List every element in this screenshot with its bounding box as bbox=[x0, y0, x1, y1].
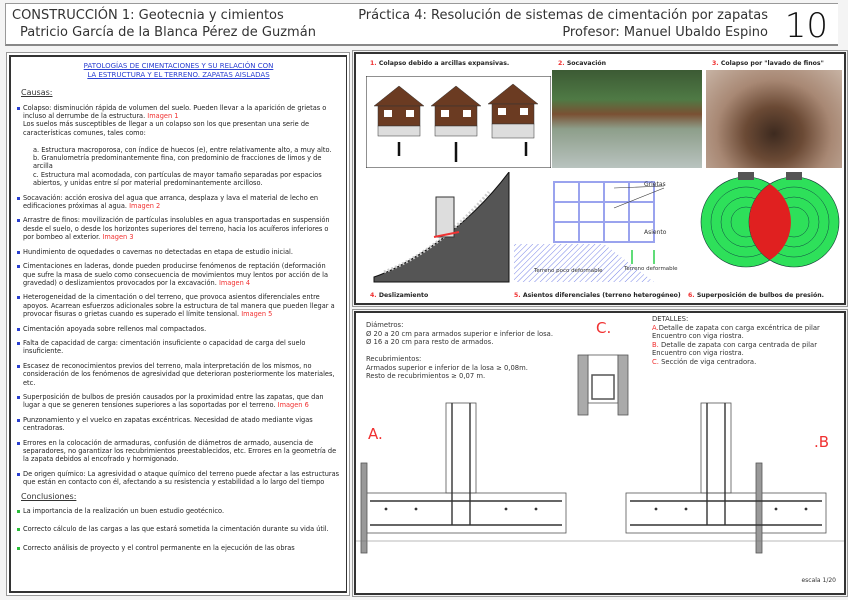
section-c-label: C. bbox=[596, 319, 612, 337]
image-ref: Imagen 3 bbox=[102, 233, 134, 242]
differential-settlement-figure: Grietas Asiento Terreno poco deformable … bbox=[514, 181, 678, 282]
fines-washout-photo bbox=[706, 70, 842, 168]
detail-a-label: A. bbox=[368, 425, 383, 443]
cause-item: Escasez de reconocimientos previos del t… bbox=[17, 362, 340, 387]
panel-title: PATOLOGÍAS DE CIMENTACIONES Y SU RELACIÓ… bbox=[17, 62, 340, 79]
cause-item: Cimentaciones en laderas, donde pueden p… bbox=[17, 262, 340, 287]
soft-soil-label: Terreno deformable bbox=[623, 266, 678, 272]
details-panel: Diámetros: Ø 20 a 20 cm para armados supe… bbox=[352, 309, 848, 597]
cause-text: Arrastre de finos: movilización de partí… bbox=[23, 216, 330, 242]
scale-label: escala 1/20 bbox=[801, 576, 836, 584]
pressure-bulbs-figure bbox=[700, 172, 840, 268]
cause-item: Cimentación apoyada sobre rellenos mal c… bbox=[17, 325, 340, 333]
sheet-number: 10 bbox=[784, 6, 828, 46]
sub-item: a. Estructura macroporosa, con índice de… bbox=[33, 145, 332, 154]
title-line: PATOLOGÍAS DE CIMENTACIONES Y SU RELACIÓ… bbox=[83, 62, 274, 70]
sub-item: c. Estructura mal acomodada, con partícu… bbox=[33, 170, 322, 188]
image-ref: Imagen 1 bbox=[147, 112, 179, 120]
conclusions-heading: Conclusiones: bbox=[21, 491, 77, 501]
figures-panel: 1. Colapso debido a arcillas expansivas.… bbox=[352, 50, 848, 307]
landslide-figure bbox=[373, 172, 510, 283]
course-title: CONSTRUCCIÓN 1: Geotecnia y cimientos bbox=[12, 8, 284, 23]
figure-caption: 6. Superposición de bulbos de presión. bbox=[688, 292, 824, 299]
sub-item: b. Granulometría predominantemente fina,… bbox=[33, 154, 322, 171]
settlement-label: Asiento bbox=[644, 229, 667, 236]
cause-item: Punzonamiento y el vuelco en zapatas exc… bbox=[17, 416, 340, 433]
footing-detail-drawing bbox=[356, 354, 844, 554]
cause-item: Errores en la colocación de armaduras, c… bbox=[17, 439, 340, 464]
scour-photo bbox=[552, 70, 702, 168]
figure-caption: 2. Socavación bbox=[558, 60, 607, 67]
author: Patricio García de la Blanca Pérez de Gu… bbox=[20, 25, 316, 40]
cause-item: Socavación: acción erosiva del agua que … bbox=[17, 194, 340, 211]
cause-text: Cimentaciones en laderas, donde pueden p… bbox=[23, 262, 328, 287]
firm-soil-label: Terreno poco deformable bbox=[533, 268, 603, 274]
header: CONSTRUCCIÓN 1: Geotecnia y cimientos Pa… bbox=[5, 3, 838, 46]
professor: Profesor: Manuel Ubaldo Espino bbox=[562, 25, 768, 40]
image-ref: Imagen 4 bbox=[218, 278, 251, 287]
figure-caption: 1. Colapso debido a arcillas expansivas. bbox=[370, 60, 510, 67]
cause-item: Hundimiento de oquedades o cavernas no d… bbox=[17, 248, 340, 256]
image-ref: Imagen 2 bbox=[129, 202, 161, 211]
cause-item: Arrastre de finos: movilización de partí… bbox=[17, 216, 340, 241]
cause-item: Falta de capacidad de carga: cimentación… bbox=[17, 339, 340, 356]
conclusion-item: Correcto cálculo de las cargas a las que… bbox=[17, 525, 340, 533]
text-panel: PATOLOGÍAS DE CIMENTACIONES Y SU RELACIÓ… bbox=[6, 52, 350, 596]
detail-b-label: .B bbox=[814, 433, 830, 451]
cause-item: Superposición de bulbos de presión causa… bbox=[17, 393, 340, 410]
cause-text: Los suelos más susceptibles de llegar a … bbox=[23, 120, 310, 137]
cause-text: Socavación: acción erosiva del agua que … bbox=[23, 193, 319, 211]
cause-item: Heterogeneidad de la cimentación o del t… bbox=[17, 293, 340, 318]
cracks-label: Grietas bbox=[644, 181, 666, 188]
title-line: LA ESTRUCTURA Y EL TERRENO. ZAPATAS AISL… bbox=[87, 70, 270, 79]
conclusion-item: Correcto análisis de proyecto y el contr… bbox=[17, 544, 340, 552]
figure-caption: 4. Deslizamiento bbox=[370, 292, 429, 299]
conclusion-item: La importancia de la realización un buen… bbox=[17, 507, 340, 515]
figure-caption: 3. Colapso por "lavado de finos" bbox=[712, 60, 824, 67]
image-ref: Imagen 6 bbox=[277, 401, 309, 410]
cause-item: Colapso: disminución rápida de volumen d… bbox=[17, 104, 340, 188]
image-ref: Imagen 5 bbox=[241, 310, 273, 319]
cause-text: Heterogeneidad de la cimentación o del t… bbox=[23, 293, 335, 319]
collapse-houses-figure bbox=[366, 76, 551, 168]
figure-caption: 5. Asientos diferenciales (terreno heter… bbox=[514, 292, 681, 299]
cause-item: De origen químico: La agresividad o ataq… bbox=[17, 470, 340, 487]
causes-heading: Causas: bbox=[21, 88, 53, 98]
practice-title: Práctica 4: Resolución de sistemas de ci… bbox=[358, 8, 768, 23]
